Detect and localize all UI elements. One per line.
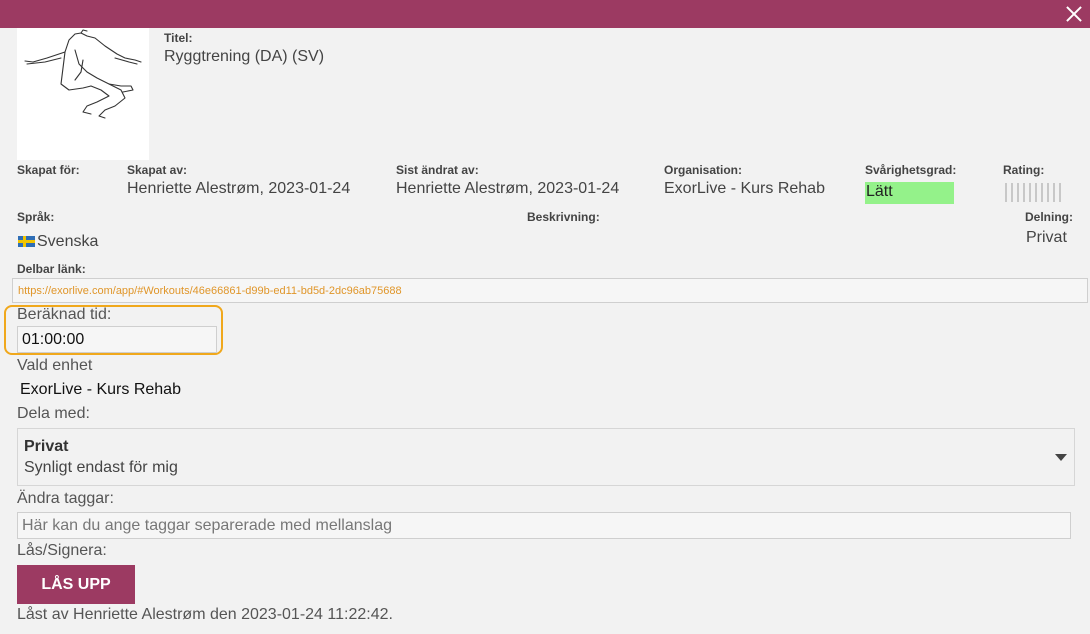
lock-label: Lås/Signera: — [17, 542, 107, 559]
difficulty-label: Svårighetsgrad: — [865, 163, 957, 177]
share-with-label: Dela med: — [17, 405, 90, 422]
share-with-option-title: Privat — [24, 438, 69, 455]
tags-input[interactable] — [17, 512, 1071, 539]
estimated-time-label: Beräknad tid: — [17, 306, 112, 323]
share-link-box[interactable]: https://exorlive.com/app/#Workouts/46e66… — [12, 278, 1088, 303]
share-link[interactable]: https://exorlive.com/app/#Workouts/46e66… — [18, 285, 402, 297]
share-with-option-desc: Synligt endast för mig — [24, 459, 178, 476]
unit-label: Vald enhet — [17, 357, 93, 374]
difficulty-badge: Lätt — [865, 182, 954, 204]
dialog-header — [0, 0, 1090, 28]
last-modified-label: Sist ändrat av: — [396, 163, 479, 177]
sharing-label: Delning: — [1025, 210, 1073, 224]
created-by-label: Skapat av: — [127, 163, 188, 177]
exercise-title: Ryggtrening (DA) (SV) — [164, 48, 325, 65]
rating-bars — [1005, 183, 1061, 202]
created-by-value: Henriette Alestrøm, 2023-01-24 — [127, 180, 351, 197]
swedish-flag-icon — [18, 236, 35, 247]
unit-value: ExorLive - Kurs Rehab — [20, 381, 181, 398]
sharing-value: Privat — [1026, 229, 1067, 246]
language-value: Svenska — [37, 233, 99, 250]
title-label: Titel: — [164, 31, 193, 45]
created-for-label: Skapat för: — [17, 163, 80, 177]
share-link-label: Delbar länk: — [17, 262, 86, 276]
chevron-down-icon — [1055, 454, 1067, 461]
last-modified-value: Henriette Alestrøm, 2023-01-24 — [396, 180, 620, 197]
rating-label: Rating: — [1003, 163, 1045, 177]
language-label: Språk: — [17, 210, 55, 224]
unlock-button[interactable]: LÅS UPP — [17, 565, 135, 604]
organisation-label: Organisation: — [664, 163, 743, 177]
organisation-value: ExorLive - Kurs Rehab — [664, 180, 825, 197]
estimated-time-input[interactable] — [17, 326, 217, 353]
exercise-thumbnail — [17, 28, 149, 160]
close-icon[interactable] — [1062, 2, 1086, 26]
description-label: Beskrivning: — [527, 210, 600, 224]
tags-label: Ändra taggar: — [17, 490, 114, 507]
share-with-select[interactable]: Privat Synligt endast för mig — [17, 428, 1075, 486]
locked-status: Låst av Henriette Alestrøm den 2023-01-2… — [17, 606, 393, 623]
